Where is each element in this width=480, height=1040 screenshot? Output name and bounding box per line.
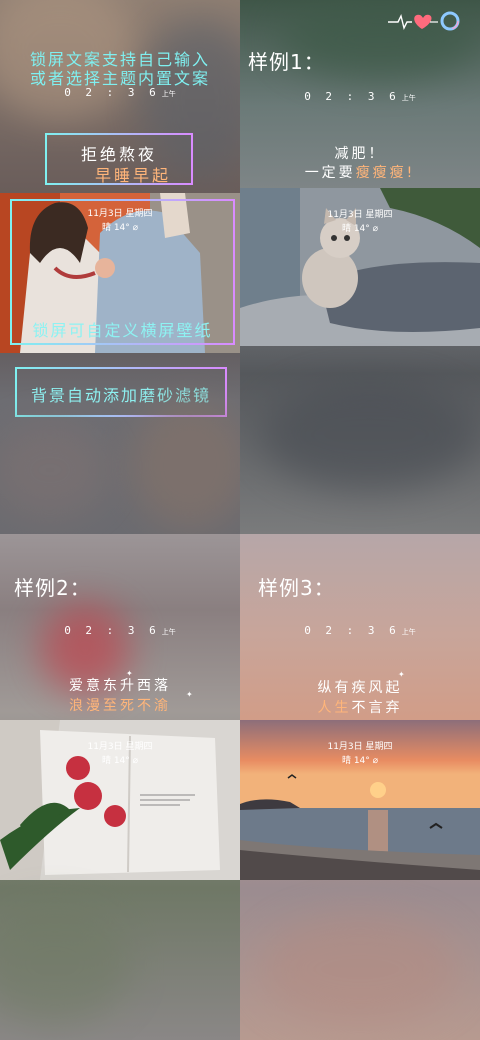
lock-time: 0 2 : 3 6 上午: [240, 90, 480, 103]
quote-line2: 浪漫至死不渝: [69, 698, 171, 714]
weather-line: 晴 14° ⌀: [101, 756, 139, 766]
sparkle-icon: ✦: [186, 690, 193, 699]
quote-line2: 人生不言弃: [240, 697, 480, 719]
neon-frame-wallpaper: 锁屏可自定义横屏壁纸: [10, 199, 235, 345]
sample-panel-3: 样例3： 0 2 : 3 6 上午 纵有疾风起 人生不言弃 ✦ 11月3日 星期四…: [240, 534, 480, 1040]
quote-line2: 一定要瘦瘦瘦!: [240, 162, 480, 184]
roses-book-photo: 11月3日 星期四 晴 14° ⌀: [0, 720, 240, 880]
sample-title: 样例2：: [14, 576, 91, 600]
sample-panel-2: 样例2： 0 2 : 3 6 上午 爱意东升西落 浪漫至死不渝 ✦ ✦ 11月3日…: [0, 534, 240, 1040]
headline-line1: 锁屏文案支持自己输入: [29, 50, 210, 69]
quote-line2-prefix: 一定要: [304, 165, 356, 181]
sample-title: 样例1：: [248, 50, 325, 74]
sample-panel-1: 样例1： 0 2 : 3 6 上午 减肥！ 一定要瘦瘦瘦! 11月3日 星期四 晴…: [240, 0, 480, 534]
neon-frame-quote: 拒绝熬夜 早睡早起: [45, 133, 193, 185]
time-value: 0 2 : 3 6: [304, 624, 400, 637]
status-icons: [388, 10, 460, 32]
date-line: 11月3日 星期四: [327, 742, 393, 752]
sparkle-icon: ✦: [126, 669, 133, 678]
time-ampm: 上午: [401, 628, 416, 636]
blur-background: [260, 380, 480, 490]
blur-background: [130, 400, 240, 530]
time-value: 0 2 : 3 6: [64, 86, 160, 99]
lock-time: 0 2 : 3 6 上午: [0, 86, 240, 99]
sample-title: 样例3：: [258, 576, 335, 600]
sunset-beach-photo: 11月3日 星期四 晴 14° ⌀: [240, 720, 480, 880]
time-value: 0 2 : 3 6: [64, 624, 160, 637]
quote-line2-emphasis: 瘦瘦瘦!: [355, 165, 416, 181]
kitten-photo: 11月3日 星期四 晴 14° ⌀: [240, 188, 480, 346]
time-value: 0 2 : 3 6: [304, 90, 400, 103]
ring-icon: [440, 11, 460, 31]
time-ampm: 上午: [161, 628, 176, 636]
heartbeat-heart-icon: [388, 13, 438, 31]
blur-background: [0, 904, 130, 1024]
lock-time: 0 2 : 3 6 上午: [0, 624, 240, 637]
blur-background: [260, 914, 460, 1024]
quote-line2-rest: 不言弃: [351, 700, 403, 716]
box2-text: 锁屏可自定义横屏壁纸: [32, 321, 213, 340]
time-ampm: 上午: [161, 90, 176, 98]
blur-background: [0, 420, 110, 520]
lock-time: 0 2 : 3 6 上午: [240, 624, 480, 637]
date-line: 11月3日 星期四: [327, 210, 393, 220]
quote-line1: 爱意东升西落: [69, 678, 171, 694]
date-line: 11月3日 星期四: [87, 742, 153, 752]
time-ampm: 上午: [401, 94, 416, 102]
weather-line: 晴 14° ⌀: [341, 756, 379, 766]
quote-line1: 纵有疾风起: [317, 680, 403, 696]
quote-line2-emphasis: 人生: [317, 700, 352, 716]
weather-line: 晴 14° ⌀: [341, 224, 379, 234]
feature-panel: 锁屏文案支持自己输入 或者选择主题内置文案 0 2 : 3 6 上午 拒绝熬夜 早…: [0, 0, 240, 534]
sparkle-icon: ✦: [398, 670, 405, 679]
box1-line2: 早睡早起: [94, 166, 171, 185]
